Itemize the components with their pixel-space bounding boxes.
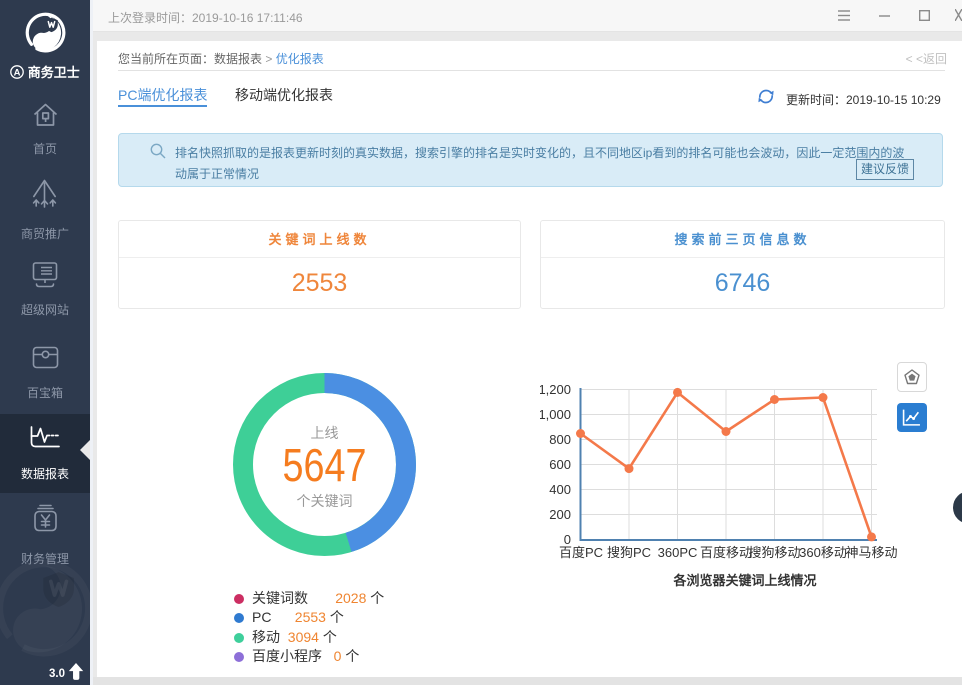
- svg-text:360PC: 360PC: [658, 545, 698, 560]
- svg-text:神马移动: 神马移动: [845, 545, 897, 560]
- svg-text:800: 800: [549, 432, 571, 447]
- svg-text:百度移动: 百度移动: [700, 545, 752, 560]
- svg-text:200: 200: [549, 507, 571, 522]
- svg-text:百度PC: 百度PC: [559, 545, 603, 560]
- svg-text:360移动: 360移动: [799, 545, 847, 560]
- svg-text:1,000: 1,000: [540, 407, 571, 422]
- svg-text:400: 400: [549, 482, 571, 497]
- svg-text:A: A: [14, 67, 21, 78]
- svg-text:1,200: 1,200: [540, 382, 571, 397]
- svg-text:搜狗PC: 搜狗PC: [607, 545, 651, 560]
- svg-text:600: 600: [549, 457, 571, 472]
- svg-text:搜狗移动: 搜狗移动: [748, 545, 800, 560]
